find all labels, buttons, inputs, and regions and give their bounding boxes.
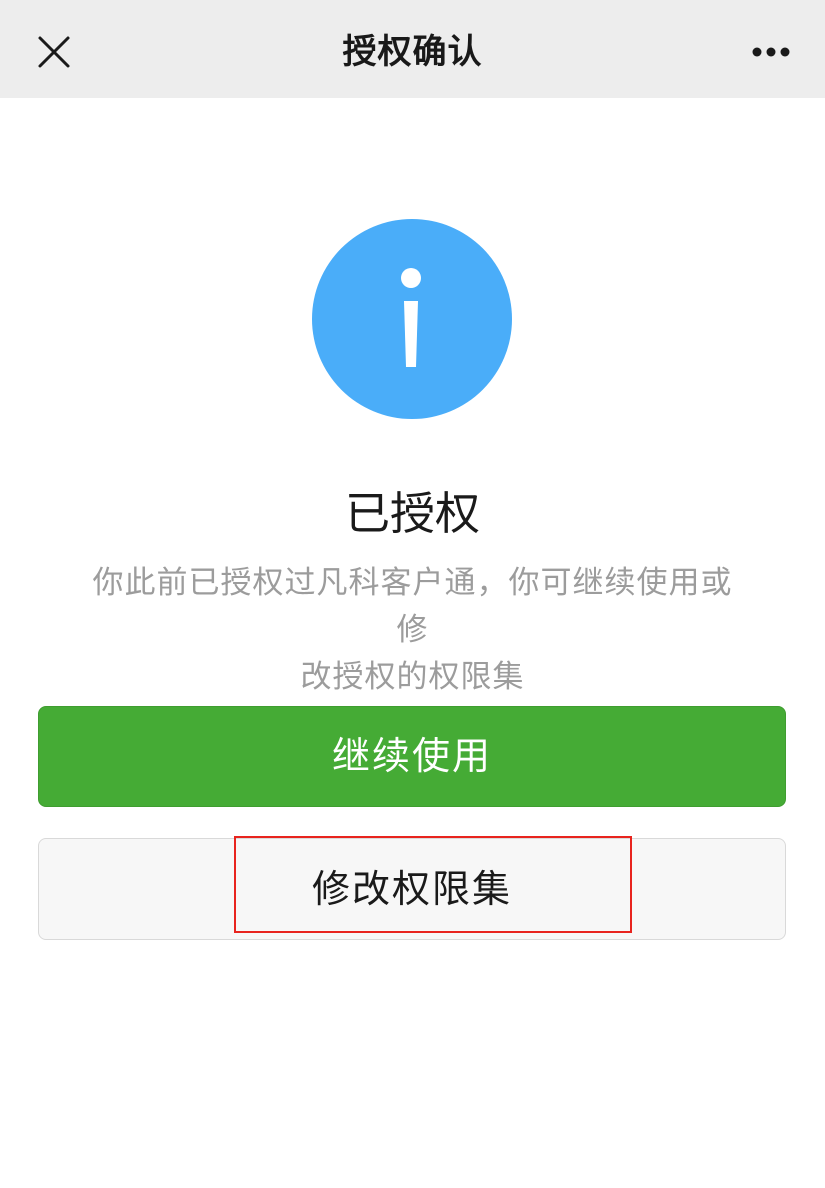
more-dots-icon [752,47,790,57]
continue-button[interactable]: 继续使用 [38,706,786,807]
status-description-line1: 你此前已授权过凡科客户通，你可继续使用或修 [92,565,733,648]
more-button[interactable] [739,20,803,84]
close-button[interactable] [22,20,86,84]
status-title: 已授权 [344,487,480,540]
status-description: 你此前已授权过凡科客户通，你可继续使用或修 改授权的权限集 [80,560,745,701]
close-icon [38,36,70,68]
status-description-line2: 改授权的权限集 [300,659,525,695]
modify-permissions-button[interactable]: 修改权限集 [38,838,786,940]
page-title: 授权确认 [342,32,483,72]
info-icon [312,219,512,419]
auth-confirm-page: 授权确认 已授权 你此前已授权过凡科客户通，你可继续使用或修 改授权的权限集 继… [0,0,825,1188]
navigation-bar: 授权确认 [0,0,825,98]
